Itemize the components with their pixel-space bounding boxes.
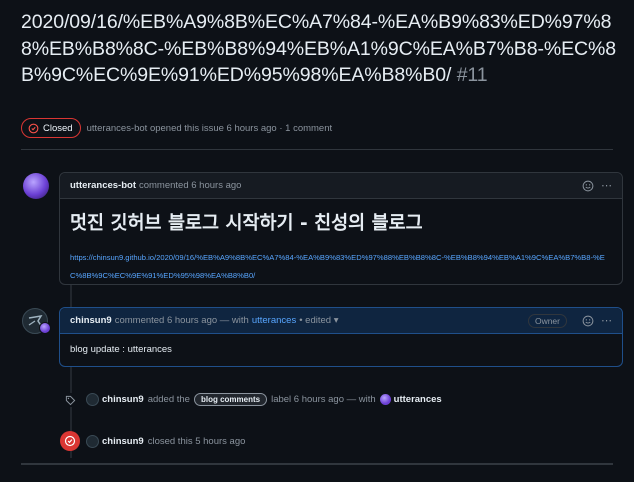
label-badge[interactable]: blog comments (193, 392, 268, 406)
app-badge-icon (39, 322, 51, 334)
event-actor[interactable]: chinsun9 (102, 394, 144, 405)
issue-meta-text: utterances-bot opened this issue 6 hours… (86, 122, 333, 134)
avatar[interactable] (23, 173, 49, 199)
event-actor[interactable]: chinsun9 (102, 436, 144, 447)
app-link[interactable]: utterances (252, 315, 296, 326)
utterances-app-icon (379, 393, 391, 405)
more-options-icon[interactable]: ⋯ (601, 314, 612, 327)
comment-utterances-bot: utterances-bot commented 6 hours ago ⋯ 멋… (59, 172, 623, 285)
comment-chinsun9: chinsun9 commented 6 hours ago — with ut… (59, 307, 623, 367)
edited-dropdown[interactable]: • edited ▾ (299, 315, 338, 326)
comment-header: utterances-bot commented 6 hours ago ⋯ (60, 173, 622, 199)
comment-header: chinsun9 commented 6 hours ago — with ut… (60, 308, 622, 334)
label-event: chinsun9 added the blog comments label 6… (86, 389, 446, 409)
comment-meta: commented 6 hours ago (138, 180, 242, 191)
owner-badge: Owner (527, 313, 567, 328)
timeline-end-divider (21, 463, 613, 465)
comment-author[interactable]: utterances-bot (70, 180, 136, 191)
event-suffix: label 6 hours ago — with (271, 393, 376, 405)
avatar[interactable] (86, 392, 99, 406)
comment-text: blog update : utterances (70, 344, 172, 355)
post-link[interactable]: https://chinsun9.github.io/2020/09/16/%E… (70, 253, 605, 280)
comment-author[interactable]: chinsun9 (70, 315, 112, 326)
header-divider (21, 149, 613, 150)
status-label: Closed (43, 122, 73, 134)
more-options-icon[interactable]: ⋯ (601, 179, 612, 192)
close-event: chinsun9 closed this 5 hours ago (86, 431, 245, 451)
issue-closed-icon (60, 431, 80, 451)
comment-body: 멋진 깃허브 블로그 시작하기 - 친성의 블로그 https://chinsu… (60, 199, 622, 293)
app-link[interactable]: utterances (394, 394, 442, 405)
add-reaction-icon[interactable] (582, 315, 594, 327)
issue-meta-row: Closed utterances-bot opened this issue … (21, 118, 332, 138)
issue-title: 2020/09/16/%EB%A9%8B%EC%A7%84-%EA%B9%83%… (21, 9, 621, 89)
issue-title-text: 2020/09/16/%EB%A9%8B%EC%A7%84-%EA%B9%83%… (21, 11, 616, 86)
avatar[interactable] (86, 434, 99, 448)
issue-number: #11 (456, 64, 488, 86)
comment-heading: 멋진 깃허브 블로그 시작하기 - 친성의 블로그 (70, 213, 423, 234)
issue-closed-icon (28, 123, 39, 133)
event-text: closed this 5 hours ago (147, 435, 246, 447)
status-badge: Closed (21, 118, 81, 138)
comment-body: blog update : utterances (60, 334, 622, 365)
event-prefix: added the (147, 393, 190, 405)
tag-icon (63, 393, 77, 407)
add-reaction-icon[interactable] (582, 180, 594, 192)
comment-meta: commented 6 hours ago — with (114, 315, 249, 326)
